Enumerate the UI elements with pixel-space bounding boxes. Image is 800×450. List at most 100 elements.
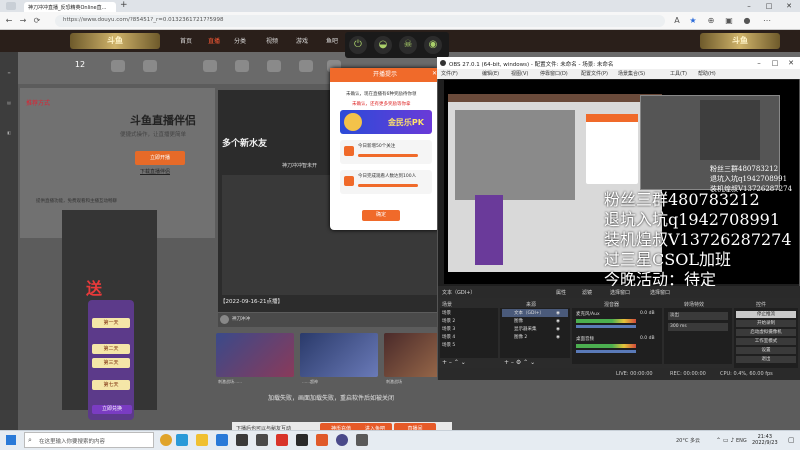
settings-button[interactable]: 设置	[736, 347, 796, 354]
windows-start-icon[interactable]	[6, 435, 16, 445]
menu-profile[interactable]: 配置文件(P)	[581, 70, 608, 77]
menu-docks[interactable]: 停靠窗口(D)	[540, 70, 568, 77]
site-logo[interactable]: 斗鱼	[70, 33, 160, 49]
file-explorer-icon[interactable]	[196, 434, 208, 446]
source-item[interactable]: 图像	[514, 318, 523, 324]
app-icon[interactable]	[296, 434, 308, 446]
menu-scene-collection[interactable]: 场景集合(S)	[618, 70, 645, 77]
douyu-app-icon[interactable]	[316, 434, 328, 446]
input-language[interactable]: ENG	[736, 438, 747, 444]
scene-item[interactable]: 场景 2	[442, 318, 455, 324]
stop-streaming-button[interactable]: 停止推流	[736, 311, 796, 318]
app-icon[interactable]	[256, 434, 268, 446]
nav-games[interactable]: 游戏	[296, 36, 308, 45]
download-helper-link[interactable]: 下载直播伴侣	[140, 168, 170, 175]
dialog-confirm-button[interactable]: 确定	[362, 210, 400, 221]
strip-item[interactable]	[136, 60, 164, 84]
extensions-icon[interactable]: ⊕	[706, 16, 716, 26]
new-tab-icon[interactable]: +	[120, 0, 128, 10]
scene-item[interactable]: 场景 4	[442, 334, 455, 340]
add-scene-icon[interactable]: + – ⌃ ⌄	[442, 359, 466, 366]
source-item[interactable]: 显示器采集	[514, 326, 537, 332]
gift-day-2[interactable]: 第二天	[92, 344, 130, 354]
weather-widget[interactable]: 20°C 多云	[676, 437, 700, 444]
taskbar-search-input[interactable]: 在这里输入你要搜索的内容	[24, 432, 154, 448]
gift-day-7[interactable]: 第七天	[92, 380, 130, 390]
profile-icon[interactable]: ●	[742, 16, 752, 26]
menu-tools[interactable]: 工具(T)	[670, 70, 687, 77]
strip-item[interactable]	[104, 60, 132, 84]
strip-item[interactable]	[228, 60, 256, 84]
obs-app-taskbar-icon[interactable]	[336, 434, 348, 446]
menu-help[interactable]: 帮助(H)	[698, 70, 716, 77]
power-icon[interactable]: ⏻	[349, 36, 367, 54]
nav-video[interactable]: 视频	[266, 36, 278, 45]
menu-file[interactable]: 文件(F)	[441, 70, 458, 77]
mixer-volume-slider[interactable]	[576, 350, 636, 353]
obs-close-icon[interactable]: ✕	[784, 58, 798, 68]
refresh-icon[interactable]: ⟳	[32, 16, 42, 26]
tab-actions-icon[interactable]	[6, 2, 16, 10]
studio-mode-button[interactable]: 工作室模式	[736, 338, 796, 345]
uploader-name[interactable]: 神刀冲冲	[232, 316, 250, 322]
gift-day-1[interactable]: 第一天	[92, 318, 130, 328]
mask-icon[interactable]: ◒	[374, 36, 392, 54]
strip-item[interactable]	[196, 60, 224, 84]
sidebar-item[interactable]: ◧	[2, 130, 16, 135]
skull-icon[interactable]: ☠	[399, 36, 417, 54]
transition-duration-field[interactable]: 300 ms	[668, 323, 728, 331]
read-aloud-icon[interactable]: A	[672, 16, 682, 26]
video-thumbnail[interactable]	[216, 333, 294, 377]
properties-button[interactable]: 属性	[556, 289, 566, 296]
transition-select[interactable]: 淡出	[668, 312, 728, 320]
video-thumbnail[interactable]	[384, 333, 444, 377]
sidebar-item[interactable]: ▤	[2, 100, 16, 105]
video-thumbnail[interactable]	[300, 333, 378, 377]
app-icon[interactable]	[160, 434, 172, 446]
app-icon[interactable]	[276, 434, 288, 446]
gift-day-3[interactable]: 第三天	[92, 358, 130, 368]
source-item[interactable]: 图像 2	[514, 334, 527, 340]
obs-minimize-icon[interactable]: –	[752, 58, 766, 68]
start-stream-button[interactable]: 立即开播	[135, 151, 185, 165]
select-window-button[interactable]: 选择窗口	[610, 289, 630, 296]
back-icon[interactable]: ←	[4, 16, 14, 26]
scene-item[interactable]: 场景	[442, 310, 451, 316]
avatar[interactable]	[220, 315, 229, 324]
virtual-camera-button[interactable]: 启动虚拟摄像机	[736, 329, 796, 336]
app-icon[interactable]	[236, 434, 248, 446]
forward-icon[interactable]: →	[18, 16, 28, 26]
redeem-button[interactable]: 立即兑换	[92, 405, 132, 414]
source-item[interactable]: 文本（GDI+）	[514, 310, 544, 316]
nav-live[interactable]: 直播	[208, 36, 220, 45]
favorite-star-icon[interactable]: ★	[688, 16, 698, 26]
menu-view[interactable]: 视图(V)	[511, 70, 528, 77]
obs-maximize-icon[interactable]: □	[768, 58, 782, 68]
start-recording-button[interactable]: 开始录制	[736, 320, 796, 327]
system-clock[interactable]: 21:43 2022/9/23	[752, 434, 778, 446]
more-menu-icon[interactable]: ⋯	[762, 16, 772, 26]
exit-button[interactable]: 退出	[736, 356, 796, 363]
close-icon[interactable]: ✕	[782, 1, 796, 11]
eye-icon[interactable]: ◉	[424, 36, 442, 54]
edge-icon[interactable]	[216, 434, 228, 446]
task-view-icon[interactable]	[176, 434, 188, 446]
browser-tab[interactable]: 神刀冲冲直播_反恐精英Online直...	[24, 2, 116, 12]
nav-category[interactable]: 分类	[234, 36, 246, 45]
scene-item[interactable]: 场景 5	[442, 342, 455, 348]
collections-icon[interactable]: ▣	[724, 16, 734, 26]
tray-icons[interactable]: ⌃ ▭ ♪	[716, 437, 734, 444]
scene-item[interactable]: 场景 3	[442, 326, 455, 332]
sidebar-item[interactable]: ≡	[2, 70, 16, 75]
select-window-button-2[interactable]: 选择窗口	[650, 289, 670, 296]
nav-home[interactable]: 首页	[180, 36, 192, 45]
filters-button[interactable]: 滤镜	[582, 289, 592, 296]
strip-item-follow[interactable]: 12	[66, 60, 94, 84]
app-icon[interactable]	[356, 434, 368, 446]
url-field[interactable]: https://www.douyu.com/?85451?_r=0.013236…	[55, 15, 665, 27]
menu-edit[interactable]: 编辑(E)	[482, 70, 499, 77]
mixer-volume-slider[interactable]	[576, 325, 636, 328]
strip-item[interactable]	[260, 60, 288, 84]
strip-item[interactable]	[292, 60, 320, 84]
maximize-icon[interactable]: □	[762, 1, 776, 11]
